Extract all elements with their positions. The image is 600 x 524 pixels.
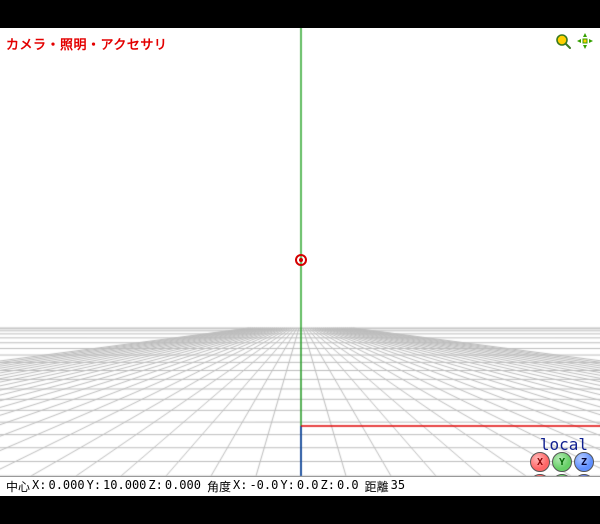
zoom-icon[interactable] (554, 32, 572, 50)
grid-floor (0, 28, 600, 496)
status-center: 中心 X:0.000 Y:10.000 Z:0.000 (6, 478, 201, 495)
rotate-x-button[interactable]: X (530, 452, 550, 472)
status-distance: 距離 35 (365, 478, 405, 495)
viewport-3d[interactable]: カメラ・照明・アクセサリ local X Y Z (0, 28, 600, 496)
letterbox-bottom (0, 496, 600, 524)
letterbox-top (0, 0, 600, 28)
pan-icon[interactable] (576, 32, 594, 50)
axis-rotate-row: X Y Z (530, 452, 594, 472)
viewport-top-right-icons (554, 32, 594, 50)
origin-marker (295, 254, 307, 266)
status-bar: 中心 X:0.000 Y:10.000 Z:0.000 角度 X:-0.0 Y:… (0, 476, 600, 496)
status-angle: 角度 X:-0.0 Y:0.0 Z:0.0 (207, 478, 359, 495)
camera-lighting-accessory-menu[interactable]: カメラ・照明・アクセサリ (6, 34, 167, 53)
rotate-y-button[interactable]: Y (552, 452, 572, 472)
rotate-z-button[interactable]: Z (574, 452, 594, 472)
menu-label-text: カメラ・照明・アクセサリ (6, 38, 167, 53)
